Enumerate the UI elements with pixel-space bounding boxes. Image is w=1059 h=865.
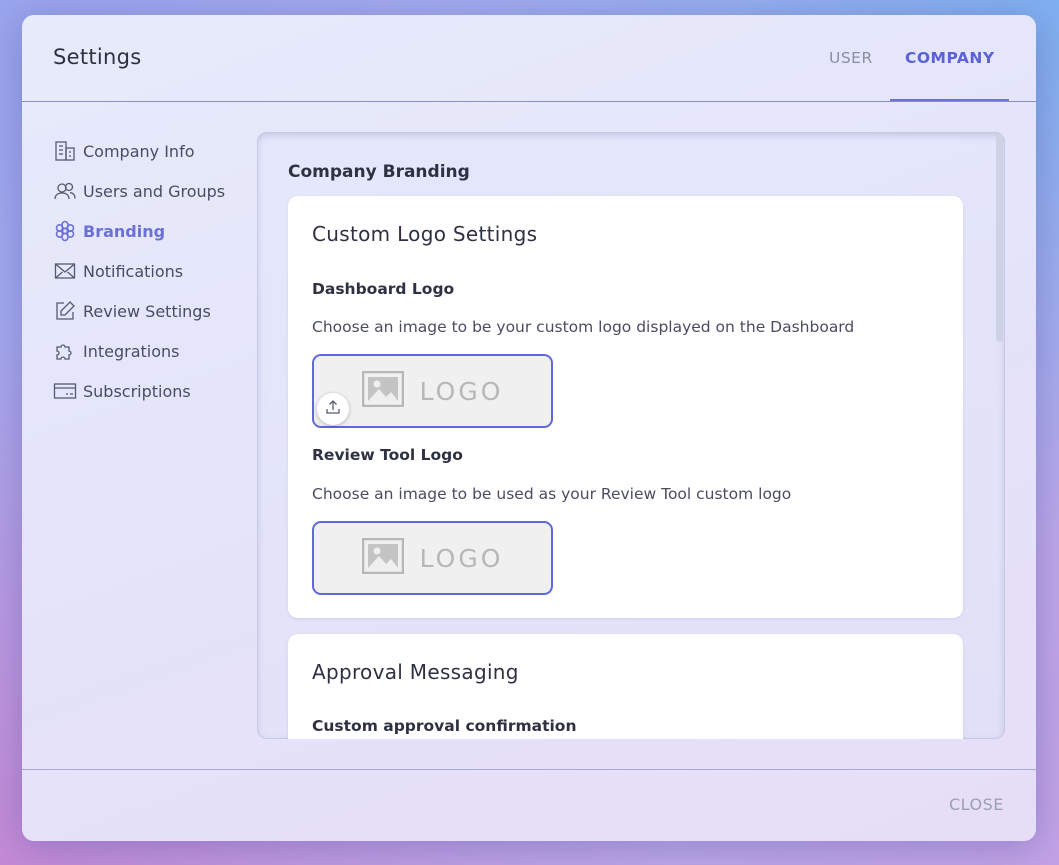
upload-icon xyxy=(325,399,341,419)
sidebar-item-company-info[interactable]: Company Info xyxy=(53,131,253,171)
tab-company[interactable]: COMPANY xyxy=(905,49,995,67)
sidebar-item-label: Subscriptions xyxy=(83,381,191,401)
card-title: Approval Messaging xyxy=(312,660,519,684)
approval-messaging-card: Approval Messaging Custom approval confi… xyxy=(288,634,963,739)
panel-scrollbar[interactable] xyxy=(996,134,1003,342)
dialog-header: Settings USER COMPANY xyxy=(22,15,1036,102)
flower-icon xyxy=(53,219,77,243)
footer-divider xyxy=(22,769,1036,770)
sidebar-item-users-and-groups[interactable]: Users and Groups xyxy=(53,171,253,211)
building-icon xyxy=(53,139,77,163)
custom-logo-card: Custom Logo Settings Dashboard Logo Choo… xyxy=(288,196,963,618)
review-tool-logo-description: Choose an image to be used as your Revie… xyxy=(312,485,792,503)
review-tool-logo-label: Review Tool Logo xyxy=(312,446,463,464)
approval-confirmation-label: Custom approval confirmation xyxy=(312,717,577,735)
close-button[interactable]: CLOSE xyxy=(949,795,1004,814)
card-icon xyxy=(53,379,77,403)
card-title: Custom Logo Settings xyxy=(312,222,538,246)
sidebar-item-branding[interactable]: Branding xyxy=(53,211,253,251)
branding-panel: Company Branding Custom Logo Settings Da… xyxy=(257,132,1005,739)
sidebar-item-label: Branding xyxy=(83,221,166,241)
sidebar-item-label: Notifications xyxy=(83,261,184,281)
sidebar-item-label: Users and Groups xyxy=(83,181,226,201)
settings-sidebar: Company Info Users and Groups Branding N… xyxy=(53,131,253,411)
dashboard-logo-dropzone[interactable]: LOGO xyxy=(312,354,553,428)
logo-placeholder-text: LOGO xyxy=(419,543,504,573)
dashboard-logo-label: Dashboard Logo xyxy=(312,280,455,298)
upload-button[interactable] xyxy=(317,393,349,425)
sidebar-item-review-settings[interactable]: Review Settings xyxy=(53,291,253,331)
envelope-icon xyxy=(53,259,77,283)
edit-icon xyxy=(53,299,77,323)
tab-user[interactable]: USER xyxy=(829,49,873,67)
sidebar-item-notifications[interactable]: Notifications xyxy=(53,251,253,291)
sidebar-item-integrations[interactable]: Integrations xyxy=(53,331,253,371)
settings-dialog: Settings USER COMPANY Company Info Users… xyxy=(22,15,1036,841)
sidebar-item-label: Integrations xyxy=(83,341,180,361)
section-heading: Company Branding xyxy=(288,162,470,182)
users-icon xyxy=(53,179,77,203)
puzzle-icon xyxy=(53,339,77,363)
sidebar-item-label: Review Settings xyxy=(83,301,211,321)
logo-placeholder-text: LOGO xyxy=(419,376,504,406)
sidebar-item-label: Company Info xyxy=(83,141,195,161)
review-tool-logo-dropzone[interactable]: LOGO xyxy=(312,521,553,595)
image-placeholder-icon xyxy=(361,370,404,411)
image-placeholder-icon xyxy=(361,537,404,578)
dialog-title: Settings xyxy=(53,45,142,69)
dashboard-logo-description: Choose an image to be your custom logo d… xyxy=(312,318,855,336)
sidebar-item-subscriptions[interactable]: Subscriptions xyxy=(53,371,253,411)
active-tab-indicator xyxy=(890,99,1009,101)
